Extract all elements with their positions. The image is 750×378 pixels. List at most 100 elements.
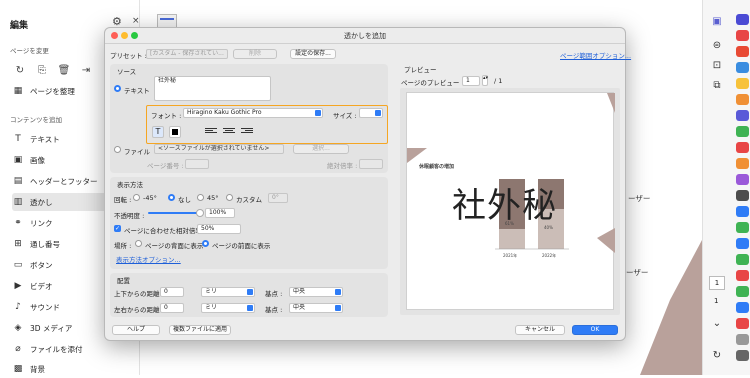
rotation-option-label: 45° [207,194,219,202]
sidebar-item-label: 背景 [30,364,45,374]
dock-app-icon[interactable] [736,222,749,233]
dock-app-icon[interactable] [736,318,749,329]
help-button[interactable]: ヘルプ [112,325,160,335]
sidebar-item-label: ビデオ [30,281,53,291]
opacity-slider[interactable] [148,212,200,214]
page-number-box[interactable]: 1 [709,276,725,290]
vertical-from-select[interactable]: 中央 [289,287,343,297]
align-right-icon[interactable] [241,127,253,136]
pages-icon[interactable]: ⧉ [711,80,723,92]
horizontal-unit-select[interactable]: ミリ [201,303,255,313]
sidebar-item-label: ボタン [30,260,53,270]
opacity-field[interactable]: 100% [205,208,235,218]
trash-icon[interactable]: 🗑 [58,64,71,76]
relative-scale-checkbox[interactable]: ✓ [114,225,121,232]
bates-icon: ⊞ [14,239,22,249]
dialog-title: 透かしを追加 [344,32,386,40]
horizontal-distance-field[interactable]: 0 [160,303,184,313]
dock-app-icon[interactable] [736,62,749,73]
vertical-from-label: 基点 : [265,290,283,298]
dock-app-icon[interactable] [736,142,749,153]
location-front-radio[interactable] [202,240,209,247]
text-radio[interactable] [114,85,121,92]
relative-scale-field[interactable]: 50% [197,224,241,234]
rotate-icon[interactable]: ↻ [14,64,26,76]
rotation-option-label: なし [178,196,191,204]
image-icon: ▣ [13,155,23,165]
vertical-distance-label: 上下からの距離 : [114,290,164,298]
preview-percent: 61% [505,221,514,226]
dock-app-icon[interactable] [736,126,749,137]
align-center-icon[interactable] [223,127,235,136]
rotation-none-radio[interactable] [168,194,175,201]
dock-app-icon[interactable] [736,334,749,345]
size-label: サイズ : [333,112,357,120]
font-select[interactable]: Hiragino Kaku Gothic Pro [183,108,323,118]
dock-app-icon[interactable] [736,174,749,185]
horizontal-distance-value: 0 [164,304,168,311]
dock-app-icon[interactable] [736,46,749,57]
dock-app-icon[interactable] [736,286,749,297]
dock-app-icon[interactable] [736,238,749,249]
dock-app-icon[interactable] [736,350,749,361]
dock-app-icon[interactable] [736,190,749,201]
dock-app-icon[interactable] [736,254,749,265]
close-icon[interactable]: × [132,16,140,26]
preview-page-field[interactable]: 1 [462,76,480,86]
save-settings-button[interactable]: 設定の保存... [290,49,336,59]
dock-app-icon[interactable] [736,110,749,121]
chevron-down-icon [375,110,381,116]
text-color-swatch[interactable] [169,126,181,138]
horizontal-from-label: 基点 : [265,306,283,314]
chevron-down-icon[interactable]: ⌄ [711,318,723,330]
ok-button[interactable]: OK [572,325,618,335]
vertical-distance-field[interactable]: 0 [160,287,184,297]
chevron-down-icon [315,110,321,116]
dock-app-icon[interactable] [736,158,749,169]
apply-multiple-files-button[interactable]: 複数ファイルに適用 [169,325,231,335]
vertical-unit-select[interactable]: ミリ [201,287,255,297]
dock-app-icon[interactable] [736,270,749,281]
dock-app-icon[interactable] [736,206,749,217]
sound-icon: ♪ [15,302,21,312]
align-left-icon[interactable] [205,127,217,136]
gear-icon[interactable]: ⊜ [711,40,723,52]
text-style-icon[interactable]: T [152,126,164,138]
bookmark-icon[interactable]: ⊡ [711,60,723,72]
comment-icon[interactable]: ▣ [711,16,723,28]
watermark-text-input[interactable]: 社外秘 [154,76,271,101]
delete-button[interactable]: 削除 [233,49,277,59]
file-radio[interactable] [114,146,121,153]
rotation-45-radio[interactable] [197,194,204,201]
insert-page-icon[interactable]: ⎘ [36,64,48,76]
dock-app-icon[interactable] [736,30,749,41]
sidebar-item-label: 透かし [30,197,53,207]
page-range-options-link[interactable]: ページ範囲オプション... [560,50,631,60]
refresh-icon[interactable]: ↻ [711,350,723,362]
opacity-slider-handle[interactable] [196,209,204,217]
preview-page-stepper[interactable]: ▴▾ [482,75,488,86]
size-select[interactable] [359,108,383,118]
horizontal-unit-value: ミリ [205,304,218,311]
sidebar-item-background[interactable]: ▩ 背景 [12,360,130,378]
horizontal-from-select[interactable]: 中央 [289,303,343,313]
sidebar-item-attach[interactable]: ⌀ ファイルを添付 [12,340,130,358]
vertical-from-value: 中央 [293,288,306,295]
extract-page-icon[interactable]: ⇥ [80,64,92,76]
dock-app-icon[interactable] [736,94,749,105]
cancel-button[interactable]: キャンセル [515,325,565,335]
sidebar-item-label: リンク [30,218,53,228]
location-back-radio[interactable] [135,240,142,247]
rotation-custom-radio[interactable] [226,194,233,201]
preset-select[interactable]: [カスタム - 保存されてい... [146,49,228,59]
preview-percent: 40% [544,225,553,230]
choose-file-button[interactable]: 選択... [293,144,349,154]
document-decoration [640,240,702,375]
dock-app-icon[interactable] [736,78,749,89]
page-number-label: ページ番号 : [147,162,184,170]
dock-app-icon[interactable] [736,302,749,313]
rotation-minus45-radio[interactable] [133,194,140,201]
appearance-options-link[interactable]: 表示方法オプション... [116,254,181,264]
rotation-custom-field[interactable]: 0° [268,193,288,203]
dock-app-icon[interactable] [736,14,749,25]
